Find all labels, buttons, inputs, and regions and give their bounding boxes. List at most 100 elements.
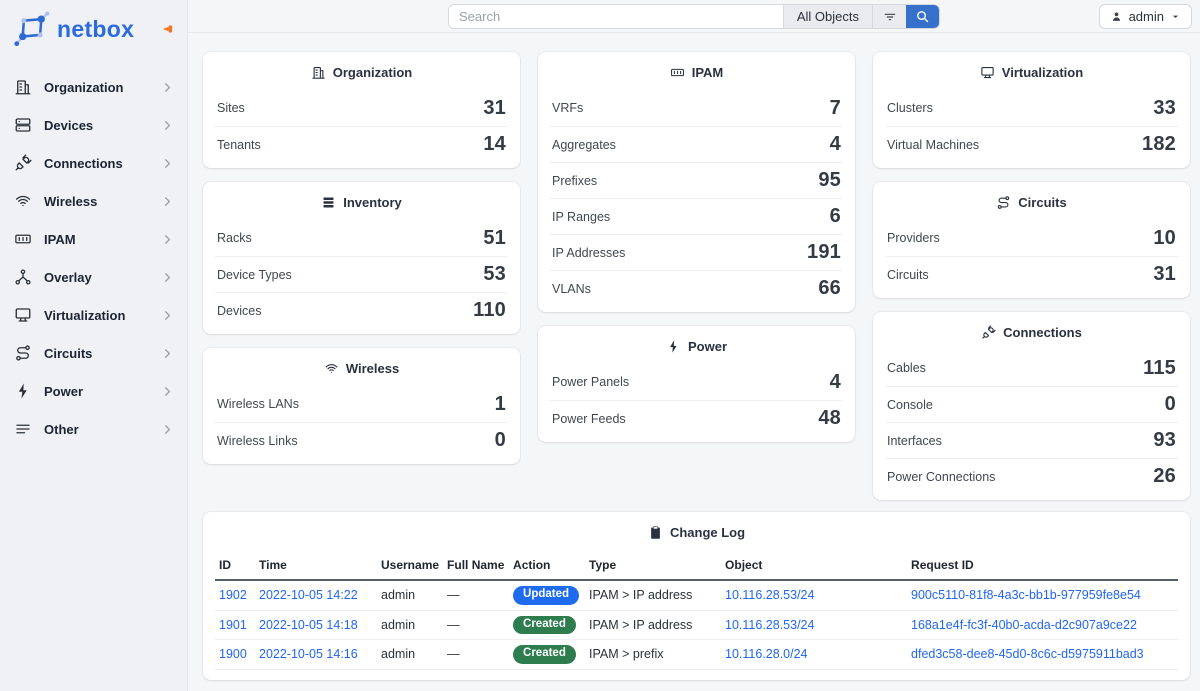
stat-value[interactable]: 115: [1143, 357, 1176, 380]
sidebar-item-organization[interactable]: Organization: [0, 68, 187, 106]
sidebar-item-wireless[interactable]: Wireless: [0, 182, 187, 220]
changelog-object-link[interactable]: 10.116.28.0/24: [725, 647, 807, 661]
stat-value[interactable]: 182: [1142, 133, 1176, 156]
stat-value[interactable]: 4: [830, 371, 841, 394]
sidebar-item-label: Connections: [44, 156, 123, 171]
changelog-type-cell: IPAM > IP address: [585, 580, 721, 610]
changelog-request-cell: dfed3c58-dee8-45d0-8c6c-d5975911bad3: [907, 640, 1178, 670]
topbar: All Objects admin: [188, 0, 1200, 33]
stat-row: Virtual Machines 182: [885, 126, 1178, 162]
building-icon: [311, 65, 326, 80]
stat-value[interactable]: 1: [495, 393, 506, 416]
sidebar-item-overlay[interactable]: Overlay: [0, 258, 187, 296]
sidebar-item-connections[interactable]: Connections: [0, 144, 187, 182]
chevron-right-icon: [160, 384, 175, 399]
virtualization-card: Virtualization Clusters 33 Virtual Machi…: [873, 52, 1190, 168]
stat-value[interactable]: 110: [473, 299, 506, 322]
sidebar-item-label: Virtualization: [44, 308, 125, 323]
changelog-column-header: Object: [721, 550, 907, 580]
server-icon: [14, 116, 32, 134]
stat-label: Console: [887, 398, 933, 412]
plug-icon: [14, 154, 32, 172]
stat-value[interactable]: 53: [483, 263, 506, 286]
card-header: Virtualization: [873, 52, 1190, 90]
sidebar: netbox Organization Devices Connections …: [0, 0, 188, 691]
changelog-fullname-cell: —: [443, 640, 509, 670]
lines-icon: [14, 420, 32, 438]
stat-value[interactable]: 95: [818, 169, 841, 192]
sidebar-item-other[interactable]: Other: [0, 410, 187, 448]
card-header: Organization: [203, 52, 520, 90]
stat-value[interactable]: 93: [1153, 429, 1176, 452]
changelog-id-link[interactable]: 1900: [219, 647, 247, 661]
changelog-header: Change Log: [203, 512, 1190, 550]
changelog-id-link[interactable]: 1901: [219, 618, 247, 632]
stat-value[interactable]: 31: [483, 97, 506, 120]
stat-value[interactable]: 26: [1153, 465, 1176, 488]
stat-value[interactable]: 14: [483, 133, 506, 156]
changelog-column-header: Username: [377, 550, 443, 580]
stack-icon: [321, 195, 336, 210]
search-button[interactable]: [906, 5, 939, 28]
power-card: Power Power Panels 4 Power Feeds 48: [538, 326, 855, 442]
changelog-time-link[interactable]: 2022-10-05 14:18: [259, 618, 358, 632]
changelog-object-link[interactable]: 10.116.28.53/24: [725, 588, 814, 602]
stat-value[interactable]: 48: [818, 407, 841, 430]
stat-value[interactable]: 191: [807, 241, 841, 264]
card-column: Organization Sites 31 Tenants 14 Invento…: [203, 52, 520, 500]
stat-value[interactable]: 4: [830, 133, 841, 156]
changelog-id-link[interactable]: 1902: [219, 588, 247, 602]
stat-value[interactable]: 10: [1153, 227, 1176, 250]
stat-row: Cables 115: [885, 350, 1178, 386]
netbox-logo[interactable]: [12, 10, 50, 48]
user-menu-button[interactable]: admin: [1099, 4, 1192, 29]
stat-value[interactable]: 7: [830, 97, 841, 120]
action-badge: Updated: [513, 586, 579, 605]
stat-label: Devices: [217, 304, 261, 318]
stat-row: IP Addresses 191: [550, 234, 843, 270]
sidebar-item-label: Devices: [44, 118, 93, 133]
stat-row: Providers 10: [885, 220, 1178, 256]
sidebar-item-power[interactable]: Power: [0, 372, 187, 410]
chevron-right-icon: [160, 308, 175, 323]
search-input[interactable]: [449, 5, 783, 28]
changelog-request-cell: 900c5110-81f8-4a3c-bb1b-977959fe8e54: [907, 580, 1178, 610]
stat-value[interactable]: 0: [1165, 393, 1176, 416]
changelog-action-cell: Created: [509, 640, 585, 670]
topology-icon: [14, 268, 32, 286]
stat-row: Power Connections 26: [885, 458, 1178, 494]
changelog-time-link[interactable]: 2022-10-05 14:22: [259, 588, 358, 602]
changelog-type-cell: IPAM > IP address: [585, 610, 721, 640]
sidebar-item-devices[interactable]: Devices: [0, 106, 187, 144]
sidebar-item-circuits[interactable]: Circuits: [0, 334, 187, 372]
stat-value[interactable]: 51: [483, 227, 506, 250]
stat-value[interactable]: 31: [1153, 263, 1176, 286]
chevron-right-icon: [160, 270, 175, 285]
stat-label: Tenants: [217, 138, 261, 152]
wifi-icon: [14, 192, 32, 210]
changelog-object-link[interactable]: 10.116.28.53/24: [725, 618, 814, 632]
pin-sidebar-icon[interactable]: [161, 22, 175, 36]
stat-value[interactable]: 66: [818, 277, 841, 300]
changelog-time-link[interactable]: 2022-10-05 14:16: [259, 647, 358, 661]
stat-row: VRFs 7: [550, 90, 843, 126]
stat-value[interactable]: 33: [1153, 97, 1176, 120]
sidebar-item-ipam[interactable]: IPAM: [0, 220, 187, 258]
stat-row: Clusters 33: [885, 90, 1178, 126]
changelog-time-cell: 2022-10-05 14:18: [255, 610, 377, 640]
card-header: Power: [538, 326, 855, 364]
changelog-request-link[interactable]: dfed3c58-dee8-45d0-8c6c-d5975911bad3: [911, 647, 1144, 661]
changelog-request-link[interactable]: 168a1e4f-fc3f-40b0-acda-d2c907a9ce22: [911, 618, 1137, 632]
changelog-request-link[interactable]: 900c5110-81f8-4a3c-bb1b-977959fe8e54: [911, 588, 1141, 602]
changelog-object-cell: 10.116.28.53/24: [721, 610, 907, 640]
stat-value[interactable]: 0: [495, 429, 506, 452]
filter-icon[interactable]: [872, 5, 906, 28]
card-title: Wireless: [346, 361, 399, 376]
stat-label: Power Feeds: [552, 412, 626, 426]
changelog-username-cell: admin: [377, 610, 443, 640]
sidebar-item-virtualization[interactable]: Virtualization: [0, 296, 187, 334]
object-type-select[interactable]: All Objects: [783, 5, 872, 28]
changelog-username-cell: admin: [377, 640, 443, 670]
stat-value[interactable]: 6: [830, 205, 841, 228]
logo-text[interactable]: netbox: [57, 16, 134, 43]
